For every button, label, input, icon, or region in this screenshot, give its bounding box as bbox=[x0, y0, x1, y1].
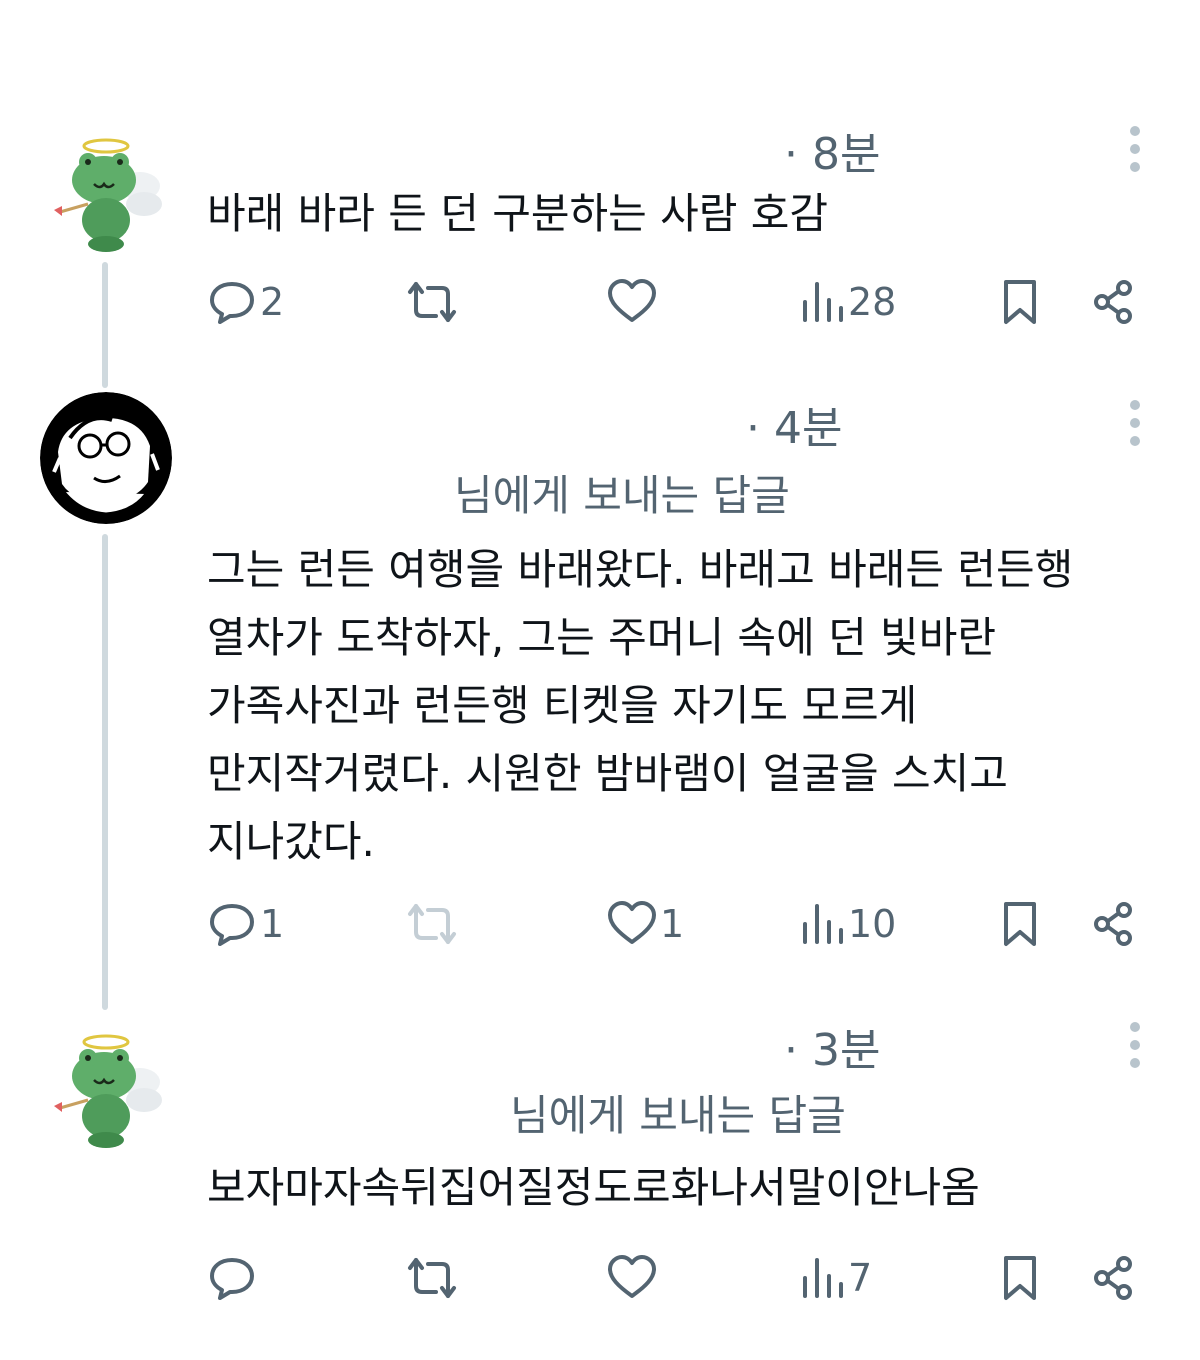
bookmark-icon bbox=[1004, 1256, 1036, 1300]
share-button[interactable] bbox=[1090, 272, 1136, 332]
like-button[interactable] bbox=[606, 1248, 660, 1308]
more-options-icon[interactable] bbox=[1128, 124, 1142, 174]
share-button[interactable] bbox=[1090, 894, 1136, 954]
share-icon bbox=[1094, 280, 1132, 324]
timestamp[interactable]: · 8분 bbox=[784, 118, 880, 182]
action-bar: 2 28 bbox=[0, 272, 1200, 332]
repost-button[interactable] bbox=[404, 1248, 460, 1308]
bookmark-icon bbox=[1004, 280, 1036, 324]
avatar[interactable] bbox=[40, 1024, 172, 1156]
bookmark-button[interactable] bbox=[1000, 894, 1040, 954]
repost-arrows-icon bbox=[408, 282, 456, 322]
bar-chart-icon bbox=[803, 1258, 843, 1298]
heart-icon bbox=[608, 279, 656, 322]
reply-button[interactable] bbox=[206, 1248, 260, 1308]
replying-to-label[interactable]: 님에게 보내는 답글 bbox=[454, 462, 790, 523]
bar-chart-icon bbox=[803, 282, 843, 322]
reply-text: 보자마자속뒤집어질정도로화나서말이안나옴 bbox=[207, 1154, 980, 1222]
timestamp[interactable]: · 3분 bbox=[784, 1014, 880, 1078]
reply-count: 2 bbox=[260, 280, 285, 324]
speech-bubble-icon bbox=[210, 282, 254, 324]
more-options-icon[interactable] bbox=[1128, 398, 1142, 448]
view-count: 10 bbox=[848, 902, 897, 946]
text-line: 그는 런든 여행을 바래왔다. 바래고 바래든 런든행 bbox=[207, 545, 1074, 594]
share-button[interactable] bbox=[1090, 1248, 1136, 1308]
speech-bubble-icon bbox=[210, 1258, 254, 1300]
heart-icon bbox=[608, 901, 656, 944]
repost-arrows-icon bbox=[408, 1258, 456, 1298]
reply-button[interactable]: 2 bbox=[206, 272, 284, 332]
text-line: 바래 바라 든 던 구분하는 사람 호감 bbox=[207, 189, 829, 238]
repost-button[interactable] bbox=[404, 894, 460, 954]
like-count: 1 bbox=[660, 902, 685, 946]
speech-bubble-icon bbox=[210, 904, 254, 946]
heart-icon bbox=[608, 1255, 656, 1298]
share-icon bbox=[1094, 1256, 1132, 1300]
more-options-icon[interactable] bbox=[1128, 1020, 1142, 1070]
bar-chart-icon bbox=[803, 904, 843, 944]
view-count: 7 bbox=[848, 1256, 873, 1300]
views-button[interactable]: 7 bbox=[800, 1248, 872, 1308]
reply-text: 바래 바라 든 던 구분하는 사람 호감 bbox=[207, 180, 828, 248]
bookmark-button[interactable] bbox=[1000, 272, 1040, 332]
avatar[interactable] bbox=[40, 128, 172, 260]
text-line: 지나갔다. bbox=[207, 817, 375, 866]
text-line: 가족사진과 런든행 티켓을 자기도 모르게 bbox=[207, 681, 918, 730]
reply-count: 1 bbox=[260, 902, 285, 946]
text-line: 만지작거렸다. 시원한 밤바램이 얼굴을 스치고 bbox=[207, 749, 1008, 798]
frog-angel-avatar-icon bbox=[54, 1034, 162, 1148]
timestamp[interactable]: · 4분 bbox=[746, 392, 842, 456]
action-bar: 7 bbox=[0, 1248, 1200, 1308]
sketch-character-avatar-icon bbox=[40, 392, 172, 524]
views-button[interactable]: 28 bbox=[800, 272, 896, 332]
like-button[interactable]: 1 bbox=[606, 894, 684, 954]
replying-to-label[interactable]: 님에게 보내는 답글 bbox=[510, 1082, 846, 1143]
repost-button[interactable] bbox=[404, 272, 460, 332]
views-button[interactable]: 10 bbox=[800, 894, 896, 954]
bookmark-button[interactable] bbox=[1000, 1248, 1040, 1308]
avatar[interactable] bbox=[40, 392, 172, 524]
text-line: 보자마자속뒤집어질정도로화나서말이안나옴 bbox=[207, 1163, 980, 1212]
text-line: 열차가 도착하자, 그는 주머니 속에 던 빛바란 bbox=[207, 613, 996, 662]
reply-button[interactable]: 1 bbox=[206, 894, 284, 954]
view-count: 28 bbox=[848, 280, 897, 324]
share-icon bbox=[1094, 902, 1132, 946]
action-bar: 1 1 10 bbox=[0, 894, 1200, 954]
frog-angel-avatar-icon bbox=[54, 138, 162, 252]
repost-arrows-icon bbox=[408, 904, 456, 944]
reply-text: 그는 런든 여행을 바래왔다. 바래고 바래든 런든행 열차가 도착하자, 그는… bbox=[207, 536, 1073, 876]
like-button[interactable] bbox=[606, 272, 660, 332]
bookmark-icon bbox=[1004, 902, 1036, 946]
